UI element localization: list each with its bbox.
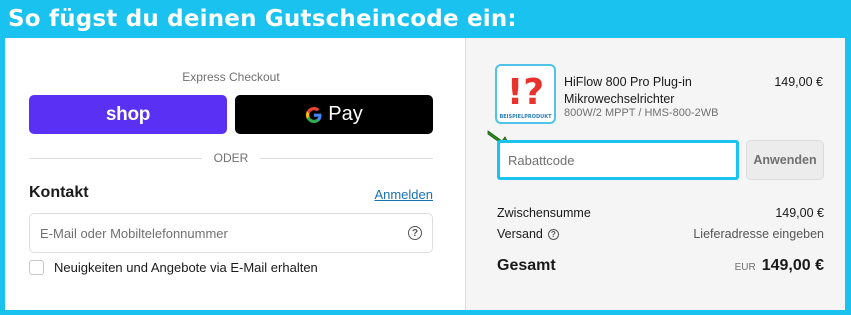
shipping-value: Lieferadresse eingeben [693,227,824,241]
newsletter-option[interactable]: Neuigkeiten und Angebote via E-Mail erha… [29,260,318,275]
shipping-label: Versand [497,227,543,241]
question-circle-icon[interactable]: ? [547,228,559,240]
checkout-frame: Express Checkout shop Pay ODER Kontakt A… [5,38,845,310]
google-pay-label: Pay [328,103,363,125]
total-label: Gesamt [497,257,556,274]
product-name: HiFlow 800 Pro Plug-in Mikrowechselricht… [564,75,692,106]
total-amount-group: EUR 149,00 € [735,257,824,275]
or-divider: ODER [29,151,434,165]
svg-text:!?: !? [507,72,544,113]
or-divider-label: ODER [213,151,249,165]
product-thumbnail: !? BEISPIELPRODUKT [495,64,556,124]
newsletter-checkbox[interactable] [29,260,44,275]
subtotal-row: Zwischensumme 149,00 € [497,206,824,220]
question-circle-icon[interactable]: ? [408,226,422,240]
product-price: 149,00 € [774,75,823,89]
email-input-placeholder: E-Mail oder Mobiltelefonnummer [40,225,228,241]
discount-code-placeholder: Rabattcode [508,152,575,168]
shipping-label-group: Versand ? [497,227,559,241]
currency-code: EUR [734,262,756,273]
total-value: 149,00 € [761,257,824,274]
shop-pay-button[interactable]: shop [29,95,227,134]
apply-discount-button[interactable]: Anwenden [746,140,824,180]
checkout-form-panel: Express Checkout shop Pay ODER Kontakt A… [5,38,465,310]
contact-heading: Kontakt [29,184,89,201]
newsletter-label: Neuigkeiten und Angebote via E-Mail erha… [54,260,318,275]
google-g-icon [305,106,323,124]
svg-text:BEISPIELPRODUKT: BEISPIELPRODUKT [499,114,552,120]
google-pay-button[interactable]: Pay [235,95,433,134]
divider-line-right [260,157,434,159]
shipping-row: Versand ? Lieferadresse eingeben [497,227,824,241]
subtotal-value: 149,00 € [775,206,824,220]
divider-line-left [29,157,202,159]
total-row: Gesamt EUR 149,00 € [497,257,824,275]
product-variant: 800W/2 MPPT / HMS-800-2WB [564,107,719,119]
subtotal-label: Zwischensumme [497,206,591,220]
express-checkout-title: Express Checkout [182,70,280,84]
email-or-phone-input[interactable]: E-Mail oder Mobiltelefonnummer ? [29,213,433,253]
discount-code-input[interactable]: Rabattcode [497,140,739,180]
banner-title: So fügst du deinen Gutscheincode ein: [8,6,517,32]
shop-pay-label: shop [105,103,151,125]
instruction-banner: So fügst du deinen Gutscheincode ein: [0,0,851,38]
login-link[interactable]: Anmelden [374,187,433,202]
order-summary-panel: !? BEISPIELPRODUKT HiFlow 800 Pro Plug-i… [466,38,845,310]
